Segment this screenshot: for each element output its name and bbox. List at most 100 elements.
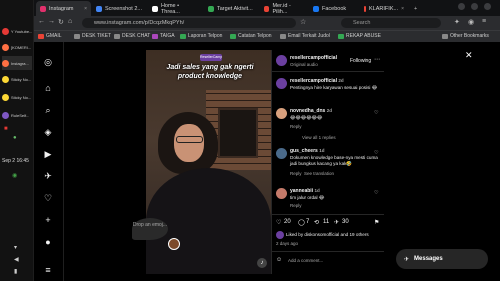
save-icon[interactable]: ⚑ bbox=[374, 219, 379, 226]
explore-icon[interactable]: ◈ bbox=[42, 126, 54, 138]
bookmark-star-icon[interactable]: ☆ bbox=[300, 18, 306, 26]
network-icon[interactable]: ◉ bbox=[12, 172, 17, 179]
repost-icon[interactable]: ⟲ bbox=[314, 219, 319, 226]
extensions-icon[interactable]: ✦ bbox=[454, 18, 460, 26]
avatar[interactable] bbox=[276, 148, 287, 159]
bookmark-item[interactable]: REKAP ABUSE bbox=[338, 33, 381, 39]
site-icon bbox=[264, 5, 270, 12]
tab-facebook[interactable]: Facebook bbox=[309, 1, 359, 16]
more-options-icon[interactable]: ⋯ bbox=[374, 56, 380, 63]
dock-item[interactable]: Sticky No... bbox=[2, 72, 32, 86]
new-tab-button[interactable]: + bbox=[410, 1, 420, 16]
comment-author[interactable]: yanneabii 1d bbox=[290, 188, 320, 194]
tab-label: Screenshot 2... bbox=[105, 5, 142, 12]
bookmark-item[interactable]: Email Terkait Judol bbox=[280, 33, 330, 39]
maximize-button[interactable] bbox=[471, 3, 478, 10]
forward-icon[interactable]: → bbox=[48, 18, 55, 25]
emoji-icon[interactable]: ☺ bbox=[276, 257, 282, 263]
volume-icon[interactable]: ◀ bbox=[14, 256, 19, 263]
close-icon[interactable]: ✕ bbox=[465, 50, 473, 61]
liked-by-text[interactable]: Liked by diskonsomofficial and 19 others bbox=[286, 232, 382, 238]
follow-button[interactable]: Following bbox=[350, 58, 371, 64]
create-icon[interactable]: + bbox=[42, 214, 54, 226]
network-tray-icon[interactable]: ▾ bbox=[14, 244, 17, 251]
url-bar[interactable]: www.instagram.com/p/DcqzMkqPYh/ bbox=[82, 18, 296, 28]
bookmark-item[interactable]: DESK TIKET bbox=[74, 33, 111, 39]
post-video[interactable]: ResellerCamp Jadi sales yang gak ngerti … bbox=[146, 50, 271, 274]
comment-username[interactable]: gus_cheers bbox=[290, 148, 318, 154]
battery-icon[interactable]: ▮ bbox=[14, 268, 17, 275]
close-icon[interactable]: × bbox=[401, 6, 404, 12]
home-icon[interactable]: ⌂ bbox=[42, 82, 54, 94]
share-icon[interactable]: ✈ bbox=[334, 219, 339, 226]
comment-username[interactable]: yanneabii bbox=[290, 188, 313, 194]
like-icon[interactable]: ♡ bbox=[276, 219, 281, 226]
close-icon[interactable]: × bbox=[84, 6, 87, 12]
minimize-button[interactable] bbox=[458, 3, 465, 10]
back-icon[interactable]: ← bbox=[38, 18, 45, 25]
dock-item[interactable]: RuleSelf... bbox=[2, 108, 32, 122]
tab-klarifikasi[interactable]: KLARIFIK... × bbox=[360, 1, 408, 16]
dock-item[interactable]: Sticky No... bbox=[2, 90, 32, 104]
comment-author[interactable]: resellercampofficial 2d bbox=[290, 78, 344, 84]
like-comment-icon[interactable]: ♡ bbox=[374, 190, 378, 196]
avatar[interactable] bbox=[276, 188, 287, 199]
tab-label: Instagram bbox=[49, 5, 74, 12]
profile-icon[interactable]: ◉ bbox=[468, 18, 474, 26]
tab-target[interactable]: Target Aktivit... bbox=[204, 1, 259, 16]
bookmark-item[interactable]: TAIGA bbox=[152, 33, 175, 39]
home-icon[interactable]: ⌂ bbox=[68, 18, 72, 25]
comment-author[interactable]: novnedha_dns 2d bbox=[290, 108, 332, 114]
bookmark-item[interactable]: GMAIL bbox=[38, 33, 62, 39]
bookmark-item[interactable]: Laporan Telpon bbox=[180, 33, 222, 39]
dock-item[interactable]: [KOMERI... bbox=[2, 40, 32, 54]
reply-link[interactable]: Reply bbox=[290, 124, 302, 129]
comment-author[interactable]: gus_cheers 1d bbox=[290, 148, 324, 154]
add-comment-input[interactable]: Add a comment... bbox=[288, 258, 323, 263]
mute-icon[interactable]: ♪ bbox=[257, 258, 267, 268]
messages-button[interactable]: ✈ Messages bbox=[396, 249, 488, 269]
avatar[interactable] bbox=[276, 108, 287, 119]
messages-icon[interactable]: ✈ bbox=[42, 170, 54, 182]
bookmark-item[interactable]: DESK CHAT bbox=[114, 33, 150, 39]
reply-link[interactable]: Reply bbox=[290, 203, 302, 208]
avatar[interactable] bbox=[276, 55, 287, 66]
search-input[interactable]: Search bbox=[341, 18, 441, 28]
comment-icon[interactable]: ◯ bbox=[298, 219, 305, 226]
tab-merid[interactable]: Mer.id - Pilih... bbox=[260, 1, 308, 16]
video-frame bbox=[218, 108, 258, 158]
search-icon[interactable]: ⌕ bbox=[42, 104, 54, 116]
other-bookmarks[interactable]: Other Bookmarks bbox=[442, 33, 489, 39]
view-replies-link[interactable]: View all 1 replies bbox=[302, 135, 336, 140]
dock-item[interactable]: Instagra... bbox=[2, 56, 32, 70]
menu-icon[interactable]: ≡ bbox=[482, 18, 486, 25]
tab-instagram[interactable]: Instagram × bbox=[36, 1, 91, 16]
clock: Sep 2 16:45 bbox=[2, 158, 29, 164]
reply-link[interactable]: Reply bbox=[290, 171, 302, 176]
alert-icon[interactable]: ■ bbox=[4, 126, 8, 132]
like-count[interactable]: 20 bbox=[284, 219, 291, 225]
folder-icon bbox=[114, 33, 120, 39]
tab-threads[interactable]: Home • Threa... bbox=[148, 1, 203, 16]
like-comment-icon[interactable]: ♡ bbox=[374, 110, 378, 116]
profile-avatar-icon[interactable]: ● bbox=[42, 236, 54, 248]
like-comment-icon[interactable]: ♡ bbox=[374, 150, 378, 156]
avatar[interactable] bbox=[276, 78, 287, 89]
emoji-drop-hint[interactable]: Drop an emoj... bbox=[132, 218, 168, 240]
bookmark-item[interactable]: Catatan Telpon bbox=[230, 33, 272, 39]
close-window-button[interactable] bbox=[484, 3, 491, 10]
author-name[interactable]: resellercampofficial bbox=[290, 55, 337, 61]
reels-icon[interactable]: ▶ bbox=[42, 148, 54, 160]
comment-username[interactable]: resellercampofficial bbox=[290, 78, 337, 84]
dock-item[interactable]: Y Youtube... bbox=[2, 24, 32, 38]
audio-label[interactable]: Original audio bbox=[290, 62, 318, 67]
status-icon[interactable]: ● bbox=[13, 135, 17, 141]
instagram-logo-icon[interactable]: ◎ bbox=[42, 56, 54, 68]
post-header: resellercampofficial Original audio Foll… bbox=[272, 50, 384, 72]
reload-icon[interactable]: ↻ bbox=[58, 18, 64, 26]
comment-username[interactable]: novnedha_dns bbox=[290, 108, 325, 114]
notifications-icon[interactable]: ♡ bbox=[42, 192, 54, 204]
tab-screenshot[interactable]: Screenshot 2... bbox=[92, 1, 147, 16]
more-menu-icon[interactable]: ≡ bbox=[42, 264, 54, 276]
see-translation-link[interactable]: See translation bbox=[304, 171, 334, 176]
